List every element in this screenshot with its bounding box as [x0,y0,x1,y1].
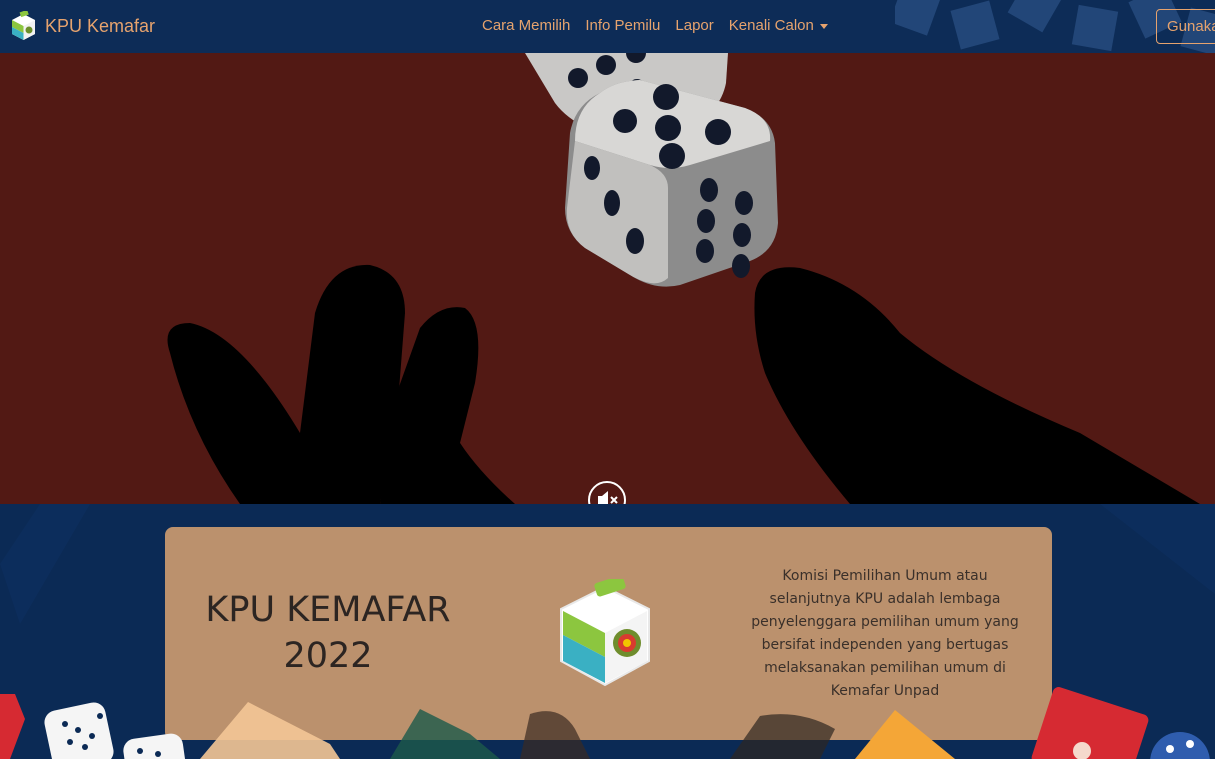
nav-action-button[interactable]: Gunakan [1156,9,1215,44]
hero-video[interactable] [0,53,1215,504]
front-die-image [565,80,778,287]
caret-down-icon [819,23,828,29]
mute-toggle-button[interactable] [588,481,626,504]
nav-link-lapor[interactable]: Lapor [675,17,713,34]
nav-link-cara-memilih[interactable]: Cara Memilih [482,17,570,34]
brand-name: KPU Kemafar [45,15,156,36]
navbar: KPU Kemafar Cara Memilih Info Pemilu Lap… [0,0,1215,53]
speaker-mute-icon [598,491,618,504]
nav-link-info-pemilu[interactable]: Info Pemilu [585,17,660,34]
nav-dropdown-kenali-calon[interactable]: Kenali Calon [729,17,828,34]
decorative-game-pieces [0,687,1210,759]
ballot-box-logo-icon [12,11,35,40]
about-section: KPU KEMAFAR 2022 Komisi Pemilihan Umum a… [0,504,1215,759]
nav-menu: Cara Memilih Info Pemilu Lapor Kenali Ca… [482,17,843,34]
right-hand-silhouette [754,267,1200,504]
nav-dropdown-label: Kenali Calon [728,17,814,34]
left-hand-silhouette [167,264,515,504]
brand-link[interactable]: KPU Kemafar [10,11,155,41]
page: KPU Kemafar Cara Memilih Info Pemilu Lap… [0,0,1215,759]
hero-illustration [167,53,1200,504]
